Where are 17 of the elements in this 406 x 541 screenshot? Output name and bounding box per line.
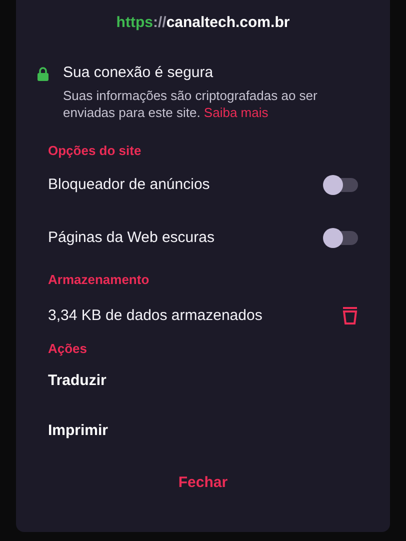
connection-status: Sua conexão é segura <box>63 64 214 81</box>
close-button[interactable]: Fechar <box>170 470 236 495</box>
connection-description: Suas informações são criptografadas ao ser enviadas para este site. Saiba mais <box>63 87 318 121</box>
lock-icon <box>37 67 49 81</box>
storage-label: 3,34 KB de dados armazenados <box>48 306 262 324</box>
section-heading: Armazenamento <box>48 272 150 287</box>
setting-label: Bloqueador de anúncios <box>48 176 210 193</box>
action-item[interactable]: Traduzir <box>48 356 106 406</box>
site-url: https://canaltech.com.br <box>115 13 291 33</box>
action-item[interactable]: Imprimir <box>48 406 108 456</box>
trash-icon[interactable] <box>342 306 358 324</box>
toggle-switch[interactable] <box>326 178 358 192</box>
toggle-switch[interactable] <box>326 230 358 244</box>
learn-more-link[interactable]: Saiba mais <box>204 105 268 120</box>
setting-label: Páginas da Web escuras <box>48 229 214 246</box>
section-heading: Ações <box>48 341 88 356</box>
section-heading: Opções do site <box>48 143 142 158</box>
